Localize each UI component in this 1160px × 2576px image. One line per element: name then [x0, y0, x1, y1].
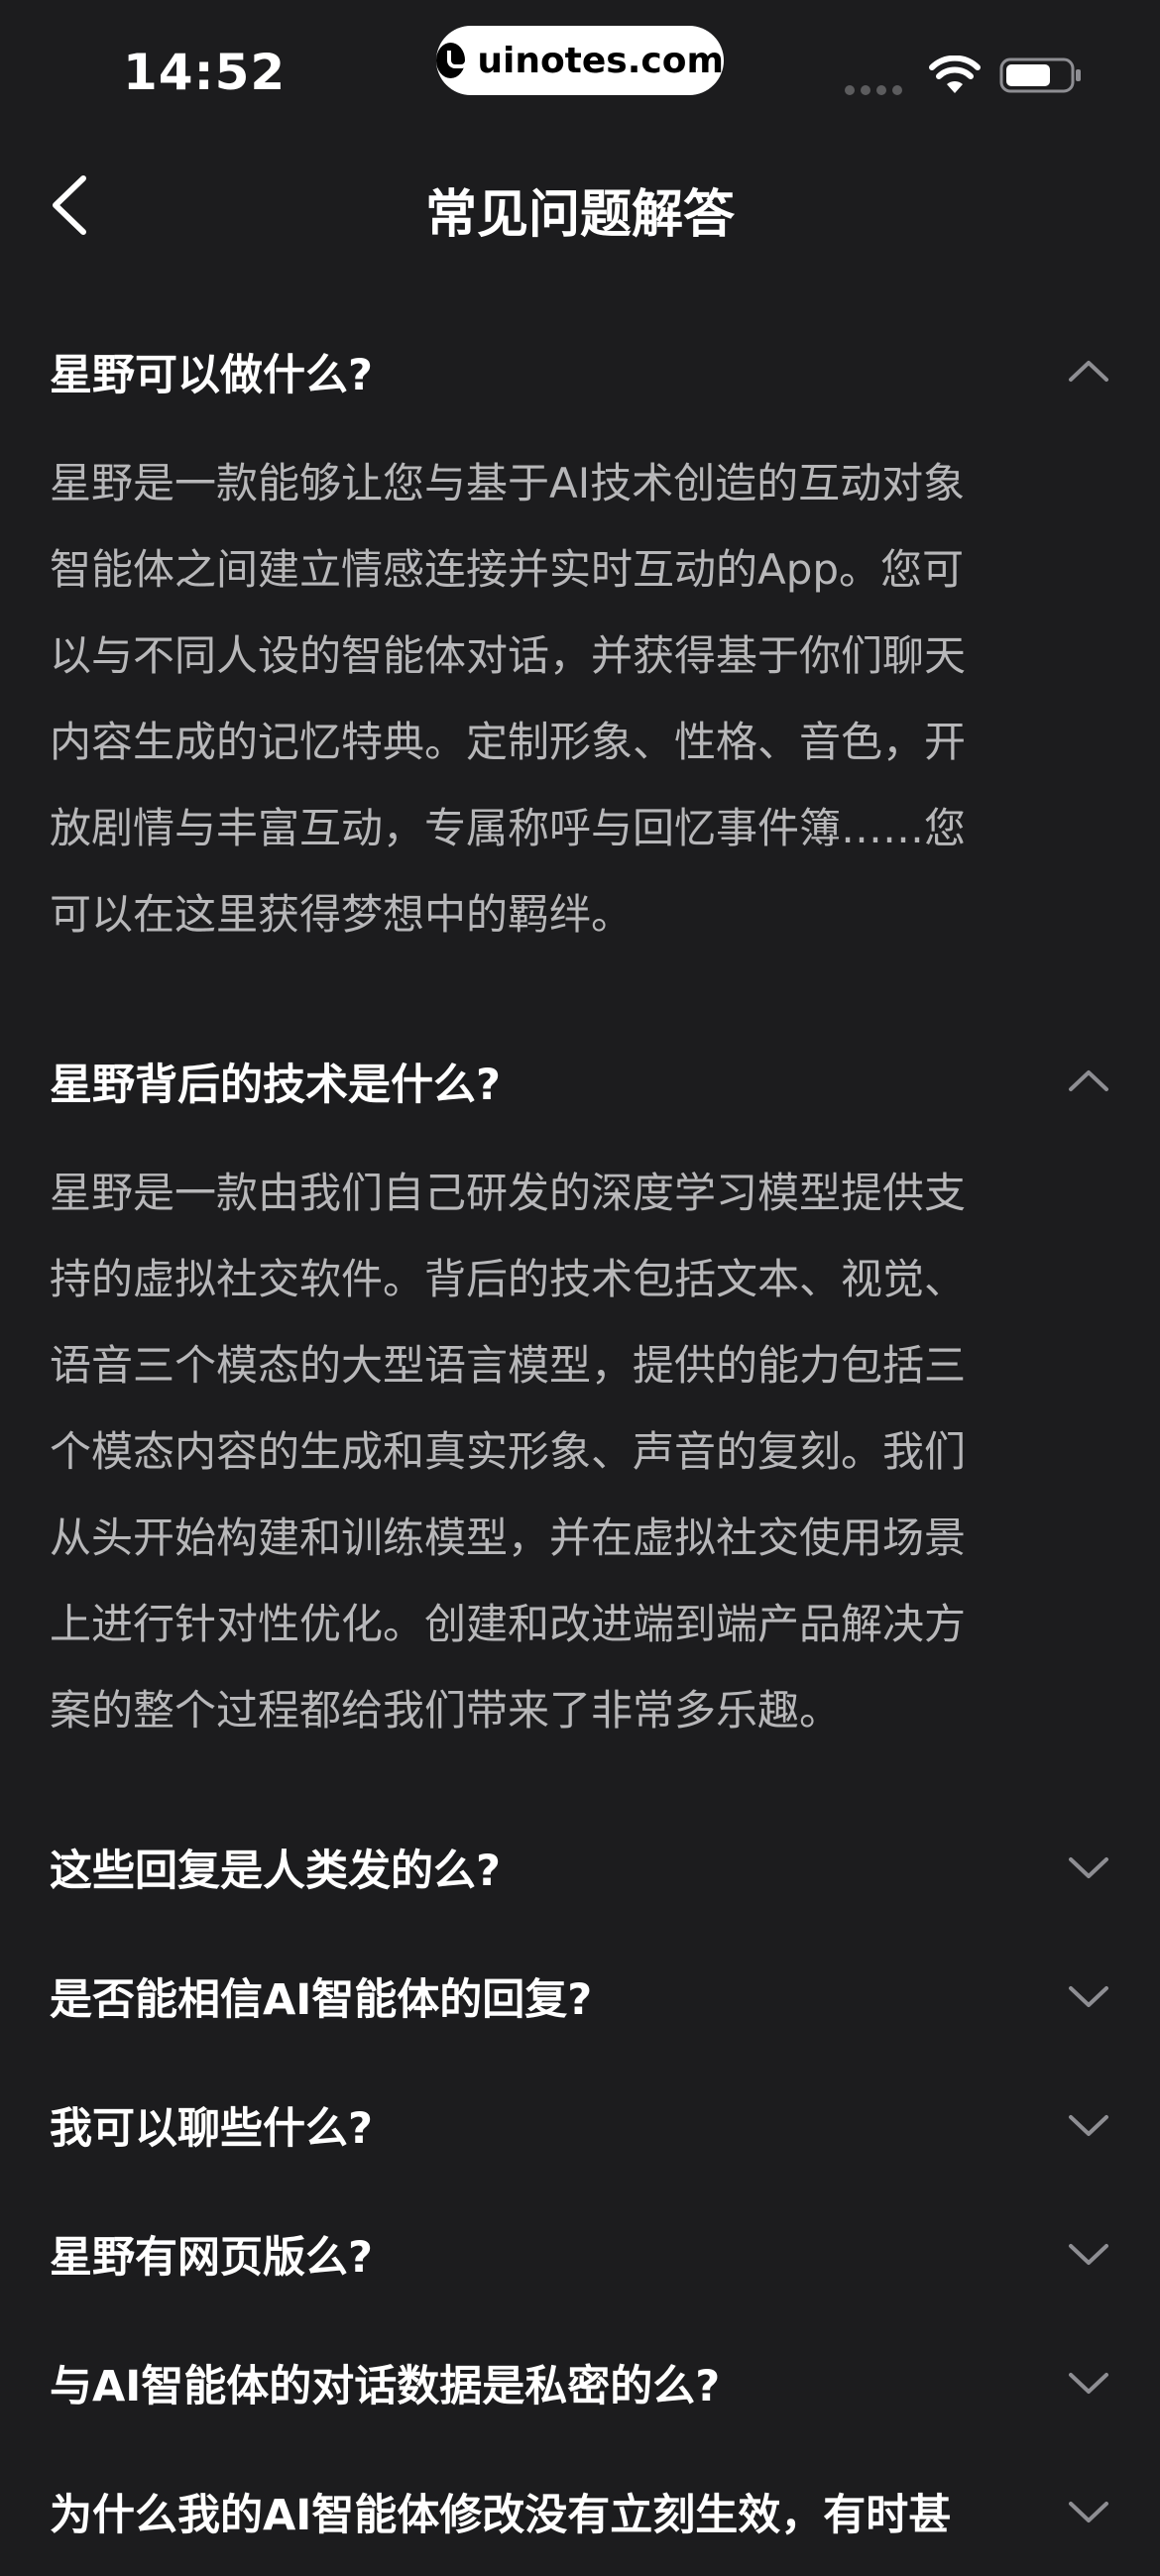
- faq-question-row[interactable]: 星野有网页版么?: [50, 2189, 1110, 2318]
- faq-question-row[interactable]: 我可以聊些什么?: [50, 2061, 1110, 2189]
- faq-question: 这些回复是人类发的么?: [50, 1847, 501, 1896]
- chevron-down-icon: [1069, 2502, 1108, 2522]
- chevron-down-icon: [1069, 2115, 1108, 2136]
- faq-item: 与AI智能体的对话数据是私密的么?: [0, 2318, 1160, 2447]
- status-time: 14:52: [123, 44, 287, 101]
- faq-question-row[interactable]: 星野背后的技术是什么?: [50, 1007, 1110, 1156]
- faq-list: 星野可以做什么? 星野是一款能够让您与基于AI技术创造的互动对象 智能体之间建立…: [0, 297, 1160, 2576]
- chevron-up-icon: [1069, 361, 1108, 382]
- chevron-up-icon: [1069, 1070, 1108, 1091]
- faq-question-row[interactable]: 与AI智能体的对话数据是私密的么?: [50, 2318, 1110, 2447]
- watermark-badge: uinotes.com: [436, 26, 724, 95]
- faq-question-row[interactable]: 星野可以做什么?: [50, 297, 1110, 446]
- faq-question-row[interactable]: 为什么我的AI智能体修改没有立刻生效，有时甚: [50, 2447, 1110, 2576]
- faq-question-row[interactable]: 这些回复是人类发的么?: [50, 1803, 1110, 1932]
- faq-item: 我可以聊些什么?: [0, 2061, 1160, 2189]
- wifi-icon: [929, 56, 981, 93]
- faq-answer: 星野是一款由我们自己研发的深度学习模型提供支 持的虚拟社交软件。背后的技术包括文…: [50, 1169, 967, 1735]
- faq-answer: 星野是一款能够让您与基于AI技术创造的互动对象 智能体之间建立情感连接并实时互动…: [50, 459, 967, 939]
- faq-item: 这些回复是人类发的么?: [0, 1803, 1160, 1932]
- battery-icon: [999, 57, 1081, 93]
- watermark-text: uinotes.com: [477, 40, 724, 81]
- faq-question: 与AI智能体的对话数据是私密的么?: [50, 2362, 721, 2411]
- navigation-bar: 常见问题解答: [0, 149, 1160, 263]
- faq-item: 是否能相信AI智能体的回复?: [0, 1932, 1160, 2061]
- cellular-signal-icon: [845, 85, 902, 95]
- status-bar: 14:52 uinotes.com: [0, 0, 1160, 149]
- faq-question: 我可以聊些什么?: [50, 2104, 373, 2154]
- chevron-down-icon: [1069, 2244, 1108, 2265]
- chevron-down-icon: [1069, 2373, 1108, 2394]
- faq-question: 星野有网页版么?: [50, 2233, 373, 2283]
- faq-question: 是否能相信AI智能体的回复?: [50, 1975, 593, 2025]
- faq-item: 星野可以做什么? 星野是一款能够让您与基于AI技术创造的互动对象 智能体之间建立…: [0, 297, 1160, 1007]
- faq-question: 为什么我的AI智能体修改没有立刻生效，有时甚: [50, 2491, 952, 2540]
- faq-question-row[interactable]: 是否能相信AI智能体的回复?: [50, 1932, 1110, 2061]
- faq-item: 星野背后的技术是什么? 星野是一款由我们自己研发的深度学习模型提供支 持的虚拟社…: [0, 1007, 1160, 1803]
- chevron-down-icon: [1069, 1986, 1108, 2007]
- page-title: 常见问题解答: [424, 185, 735, 245]
- faq-item: 为什么我的AI智能体修改没有立刻生效，有时甚: [0, 2447, 1160, 2576]
- faq-item: 星野有网页版么?: [0, 2189, 1160, 2318]
- watermark-logo-icon: [436, 43, 470, 78]
- faq-question: 星野背后的技术是什么?: [50, 1061, 501, 1110]
- chevron-down-icon: [1069, 1857, 1108, 1878]
- faq-question: 星野可以做什么?: [50, 351, 373, 400]
